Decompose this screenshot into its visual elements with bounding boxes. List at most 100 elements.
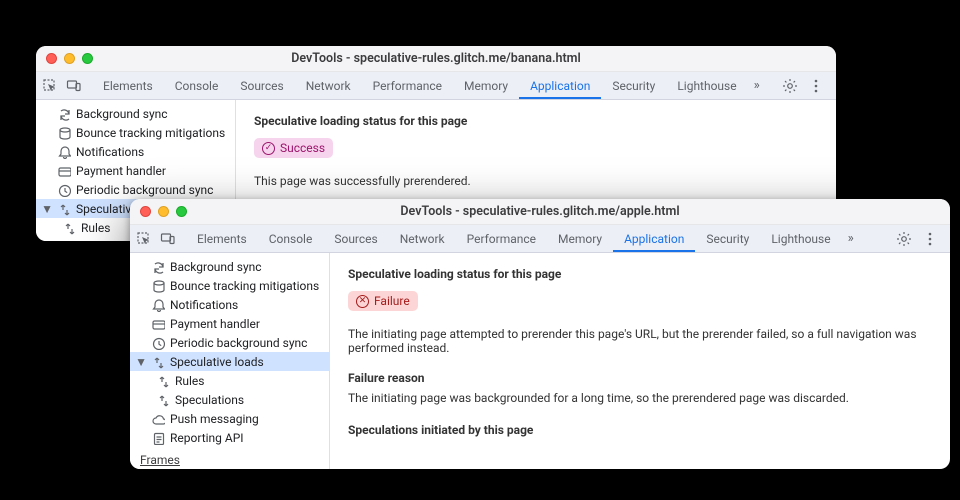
sidebar-item-label: Periodic background sync [76,183,213,197]
sidebar-item-label: Payment handler [76,164,166,178]
sidebar-item-bounce-tracking[interactable]: Bounce tracking mitigations [36,123,235,142]
minimize-icon[interactable] [64,53,75,64]
zoom-icon[interactable] [176,206,187,217]
tab-network[interactable]: Network [295,72,362,99]
tab-network[interactable]: Network [389,225,456,252]
tab-application[interactable]: Application [519,72,601,99]
status-message: This page was successfully prerendered. [254,174,818,188]
more-tabs-icon[interactable]: » [748,78,766,93]
sidebar-item-rules[interactable]: Rules [130,371,329,390]
loads-icon [62,221,76,235]
status-label: Failure [374,294,410,308]
sidebar-item-label: Rules [175,374,204,388]
sidebar-item-label: Speculations [175,393,244,407]
traffic-lights [130,206,187,217]
tabs: Elements Console Sources Network Perform… [186,225,890,252]
status-badge: ✕ Failure [348,291,418,311]
minimize-icon[interactable] [158,206,169,217]
titlebar[interactable]: DevTools - speculative-rules.glitch.me/b… [36,46,836,72]
speculations-heading: Speculations initiated by this page [348,423,932,437]
status-message: The initiating page attempted to prerend… [348,327,932,355]
sync-icon [151,260,165,274]
clock-icon [57,183,71,197]
sidebar-item-notifications[interactable]: Notifications [130,295,329,314]
sidebar-item-reporting-api[interactable]: Reporting API [130,428,329,447]
loads-icon [151,355,165,369]
tab-memory[interactable]: Memory [547,225,613,252]
x-circle-icon: ✕ [356,295,369,308]
tab-sources[interactable]: Sources [229,72,294,99]
tab-security[interactable]: Security [601,72,666,99]
window-title: DevTools - speculative-rules.glitch.me/a… [130,204,950,219]
application-sidebar: Background sync Bounce tracking mitigati… [130,253,330,469]
check-circle-icon: ✓ [262,142,275,155]
tab-performance[interactable]: Performance [456,225,547,252]
card-icon [57,164,71,178]
sidebar-item-label: Notifications [170,298,238,312]
failure-reason-heading: Failure reason [348,371,932,385]
status-badge: ✓ Success [254,138,333,158]
sidebar-item-periodic-sync[interactable]: Periodic background sync [130,333,329,352]
inspect-icon[interactable] [42,78,58,94]
failure-reason-text: The initiating page was backgrounded for… [348,391,932,405]
sidebar-item-label: Notifications [76,145,144,159]
tab-security[interactable]: Security [695,225,760,252]
content-pane: Speculative loading status for this page… [330,253,950,469]
sidebar-item-speculations[interactable]: Speculations [130,390,329,409]
sidebar-item-notifications[interactable]: Notifications [36,142,235,161]
sidebar-item-label: Bounce tracking mitigations [76,126,225,140]
tab-console[interactable]: Console [258,225,324,252]
sidebar-item-label: Specula [81,240,124,242]
report-icon [151,431,165,445]
settings-icon[interactable] [896,231,912,247]
sync-icon [57,107,71,121]
disclosure-triangle-icon[interactable]: ▼ [136,355,146,369]
loads-icon [57,202,71,216]
sidebar-item-background-sync[interactable]: Background sync [36,104,235,123]
sidebar-item-label: Push messaging [170,412,259,426]
sidebar-item-label: Speculative loads [170,355,264,369]
more-tabs-icon[interactable]: » [842,231,860,246]
close-icon[interactable] [46,53,57,64]
traffic-lights [36,53,93,64]
more-icon[interactable] [808,78,824,94]
status-label: Success [280,141,325,155]
tab-lighthouse[interactable]: Lighthouse [666,72,747,99]
tab-memory[interactable]: Memory [453,72,519,99]
more-icon[interactable] [922,231,938,247]
devtools-window-apple: DevTools - speculative-rules.glitch.me/a… [130,199,950,469]
sidebar-item-periodic-sync[interactable]: Periodic background sync [36,180,235,199]
close-icon[interactable] [140,206,151,217]
sidebar-item-background-sync[interactable]: Background sync [130,257,329,276]
tab-elements[interactable]: Elements [186,225,258,252]
sidebar-item-push-messaging[interactable]: Push messaging [130,409,329,428]
tab-sources[interactable]: Sources [323,225,388,252]
sidebar-item-payment-handler[interactable]: Payment handler [36,161,235,180]
sidebar-item-label: Periodic background sync [170,336,307,350]
loads-icon [156,374,170,388]
panel-tabbar: Elements Console Sources Network Perform… [36,72,836,100]
disclosure-triangle-icon[interactable]: ▼ [42,202,52,216]
device-toggle-icon[interactable] [160,231,176,247]
titlebar[interactable]: DevTools - speculative-rules.glitch.me/a… [130,199,950,225]
settings-icon[interactable] [782,78,798,94]
zoom-icon[interactable] [82,53,93,64]
database-icon [151,279,165,293]
sidebar-item-payment-handler[interactable]: Payment handler [130,314,329,333]
sidebar-item-speculative-loads[interactable]: ▼ Speculative loads [130,352,329,371]
sidebar-item-bounce-tracking[interactable]: Bounce tracking mitigations [130,276,329,295]
card-icon [151,317,165,331]
sidebar-section-frames[interactable]: Frames [130,447,329,469]
sidebar-item-label: Bounce tracking mitigations [170,279,319,293]
sidebar-item-label: Rules [81,221,110,235]
tab-application[interactable]: Application [613,225,695,252]
tab-performance[interactable]: Performance [362,72,453,99]
tab-lighthouse[interactable]: Lighthouse [760,225,841,252]
tab-elements[interactable]: Elements [92,72,164,99]
clock-icon [151,336,165,350]
tab-console[interactable]: Console [164,72,230,99]
device-toggle-icon[interactable] [66,78,82,94]
content-heading: Speculative loading status for this page [348,267,932,281]
bell-icon [57,145,71,159]
inspect-icon[interactable] [136,231,152,247]
